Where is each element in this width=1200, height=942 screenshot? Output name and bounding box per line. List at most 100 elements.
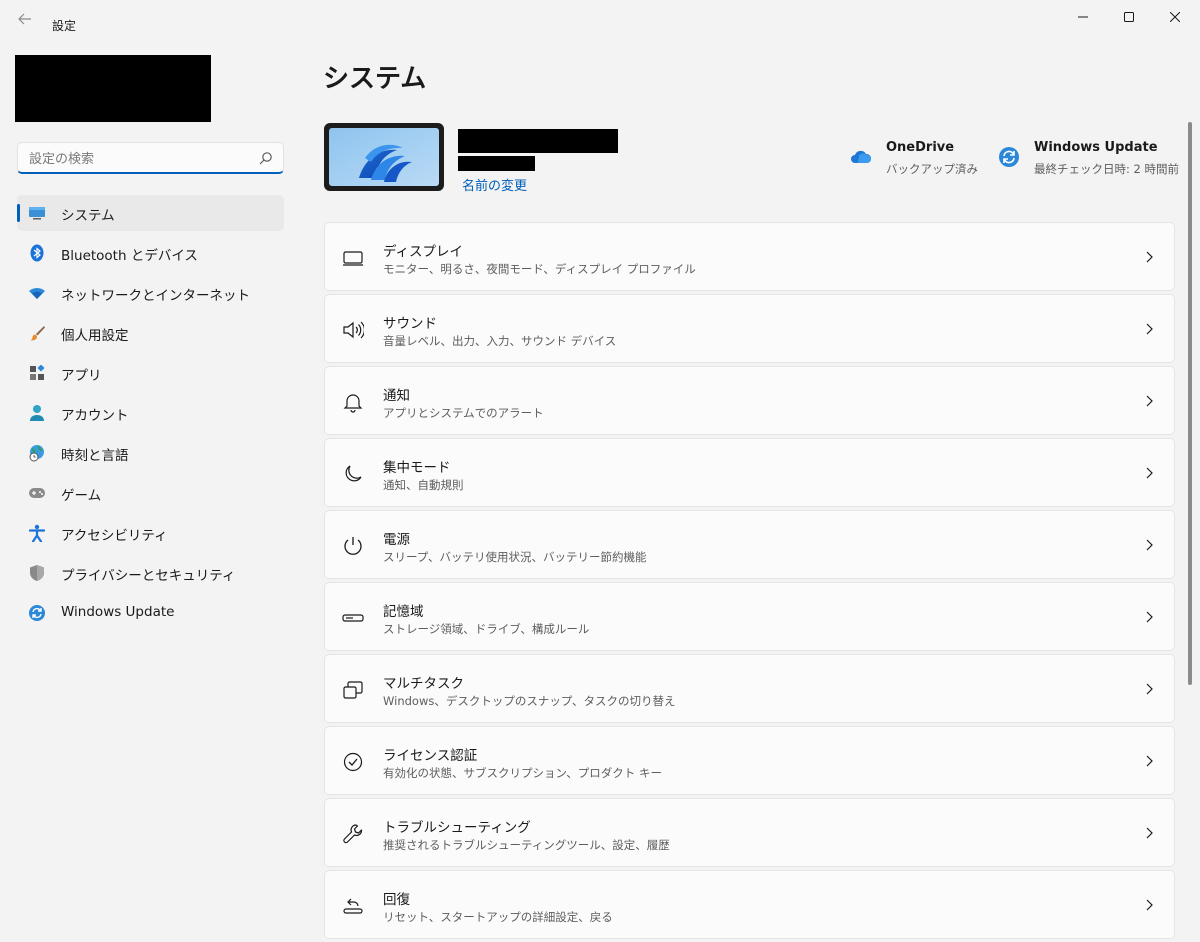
app-title: 設定 <box>52 19 77 33</box>
page-title: システム <box>323 64 427 94</box>
card-subtitle: Windows、デスクトップのスナップ、タスクの切り替え <box>383 694 676 708</box>
multitask-icon <box>343 681 363 699</box>
sidebar-item-accessibility[interactable]: アクセシビリティ <box>17 515 284 551</box>
sidebar-item-label: ゲーム <box>61 488 102 504</box>
settings-card-multitasking[interactable]: マルチタスク Windows、デスクトップのスナップ、タスクの切り替え <box>324 654 1175 723</box>
settings-card-recovery[interactable]: 回復 リセット、スタートアップの詳細設定、戻る <box>324 870 1175 939</box>
sidebar-item-personalization[interactable]: 個人用設定 <box>17 315 284 351</box>
sidebar-item-windows-update[interactable]: Windows Update <box>17 595 284 631</box>
device-thumbnail <box>324 123 444 191</box>
chevron-right-icon <box>1146 683 1153 695</box>
card-title: 回復 <box>383 892 410 908</box>
settings-card-focus[interactable]: 集中モード 通知、自動規則 <box>324 438 1175 507</box>
card-title: トラブルシューティング <box>383 820 531 836</box>
status-subtitle: 最終チェック日時: 2 時間前 <box>1034 162 1180 176</box>
settings-card-power[interactable]: 電源 スリープ、バッテリ使用状況、バッテリー節約機能 <box>324 510 1175 579</box>
wallpaper-image <box>329 128 439 186</box>
sidebar-item-label: アクセシビリティ <box>61 528 168 544</box>
back-arrow-icon[interactable] <box>14 10 36 32</box>
chevron-right-icon <box>1146 395 1153 407</box>
shield-icon <box>27 563 47 583</box>
search-input[interactable] <box>27 147 256 171</box>
power-icon <box>344 537 362 555</box>
sidebar-item-apps[interactable]: アプリ <box>17 355 284 391</box>
sync-icon <box>999 147 1019 167</box>
card-subtitle: アプリとシステムでのアラート <box>383 406 544 420</box>
moon-icon <box>345 465 362 482</box>
sidebar-item-label: プライバシーとセキュリティ <box>61 568 236 584</box>
chevron-right-icon <box>1146 611 1153 623</box>
monitor-icon <box>27 203 47 223</box>
close-button[interactable] <box>1152 0 1198 34</box>
sidebar-item-label: 個人用設定 <box>61 328 129 344</box>
wifi-icon <box>27 283 47 303</box>
sidebar-item-accounts[interactable]: アカウント <box>17 395 284 431</box>
minimize-button[interactable] <box>1060 0 1106 34</box>
card-subtitle: 音量レベル、出力、入力、サウンド デバイス <box>383 334 617 348</box>
sync-icon <box>27 603 47 623</box>
search-icon[interactable] <box>259 151 273 165</box>
storage-icon <box>342 614 364 622</box>
sidebar-item-label: ネットワークとインターネット <box>61 288 250 304</box>
chevron-right-icon <box>1146 467 1153 479</box>
sidebar-item-label: Bluetooth とデバイス <box>61 248 198 264</box>
card-title: 集中モード <box>383 460 451 476</box>
sidebar-item-label: 時刻と言語 <box>61 448 129 464</box>
account-icon <box>27 403 47 423</box>
chevron-right-icon <box>1146 323 1153 335</box>
accessibility-icon <box>27 523 47 543</box>
sidebar-item-system[interactable]: システム <box>17 195 284 231</box>
chevron-right-icon <box>1146 827 1153 839</box>
account-profile-redacted[interactable] <box>15 55 211 122</box>
rename-link[interactable]: 名前の変更 <box>462 175 527 194</box>
chevron-right-icon <box>1146 539 1153 551</box>
sidebar-item-time-language[interactable]: 時刻と言語 <box>17 435 284 471</box>
card-subtitle: リセット、スタートアップの詳細設定、戻る <box>383 910 613 924</box>
sidebar-item-network[interactable]: ネットワークとインターネット <box>17 275 284 311</box>
vertical-scrollbar[interactable] <box>1188 122 1192 685</box>
bell-icon <box>343 394 363 413</box>
status-subtitle: バックアップ済み <box>886 162 978 176</box>
card-title: ライセンス認証 <box>383 748 478 764</box>
card-title: ディスプレイ <box>383 244 464 260</box>
settings-card-activation[interactable]: ライセンス認証 有効化の状態、サブスクリプション、プロダクト キー <box>324 726 1175 795</box>
recovery-icon <box>343 898 363 914</box>
cloud-icon <box>851 150 872 163</box>
sidebar-item-label: Windows Update <box>61 604 175 620</box>
card-title: マルチタスク <box>383 676 464 692</box>
settings-card-notifications[interactable]: 通知 アプリとシステムでのアラート <box>324 366 1175 435</box>
card-subtitle: スリープ、バッテリ使用状況、バッテリー節約機能 <box>383 550 647 564</box>
card-title: サウンド <box>383 316 437 332</box>
device-name-redacted <box>458 129 618 153</box>
status-title: Windows Update <box>1034 140 1158 155</box>
settings-card-sound[interactable]: サウンド 音量レベル、出力、入力、サウンド デバイス <box>324 294 1175 363</box>
chevron-right-icon <box>1146 755 1153 767</box>
bluetooth-icon <box>27 243 47 263</box>
card-title: 電源 <box>383 532 410 548</box>
settings-card-storage[interactable]: 記憶域 ストレージ領域、ドライブ、構成ルール <box>324 582 1175 651</box>
sidebar-nav: システム Bluetooth とデバイス ネットワークとインターネット 個人用設… <box>17 195 284 635</box>
sidebar-item-gaming[interactable]: ゲーム <box>17 475 284 511</box>
speaker-icon <box>343 321 364 339</box>
sidebar-item-privacy-security[interactable]: プライバシーとセキュリティ <box>17 555 284 591</box>
status-title: OneDrive <box>886 140 955 155</box>
brush-icon <box>27 323 47 343</box>
card-subtitle: 推奨されるトラブルシューティングツール、設定、履歴 <box>383 838 670 852</box>
settings-card-troubleshoot[interactable]: トラブルシューティング 推奨されるトラブルシューティングツール、設定、履歴 <box>324 798 1175 867</box>
maximize-button[interactable] <box>1106 0 1152 34</box>
settings-card-display[interactable]: ディスプレイ モニター、明るさ、夜間モード、ディスプレイ プロファイル <box>324 222 1175 291</box>
card-subtitle: 通知、自動規則 <box>383 478 464 492</box>
card-subtitle: モニター、明るさ、夜間モード、ディスプレイ プロファイル <box>383 262 696 276</box>
title-bar: 設定 <box>0 0 1200 40</box>
card-title: 通知 <box>383 388 410 404</box>
wrench-icon <box>343 824 363 844</box>
sidebar-item-bluetooth[interactable]: Bluetooth とデバイス <box>17 235 284 271</box>
settings-list: ディスプレイ モニター、明るさ、夜間モード、ディスプレイ プロファイル サウンド… <box>324 222 1175 942</box>
globe-clock-icon <box>27 443 47 463</box>
gamepad-icon <box>27 483 47 503</box>
settings-search-box[interactable] <box>17 142 284 174</box>
device-model-redacted <box>458 156 535 171</box>
card-subtitle: ストレージ領域、ドライブ、構成ルール <box>383 622 590 636</box>
apps-icon <box>27 363 47 383</box>
sidebar-item-label: アプリ <box>61 368 102 384</box>
